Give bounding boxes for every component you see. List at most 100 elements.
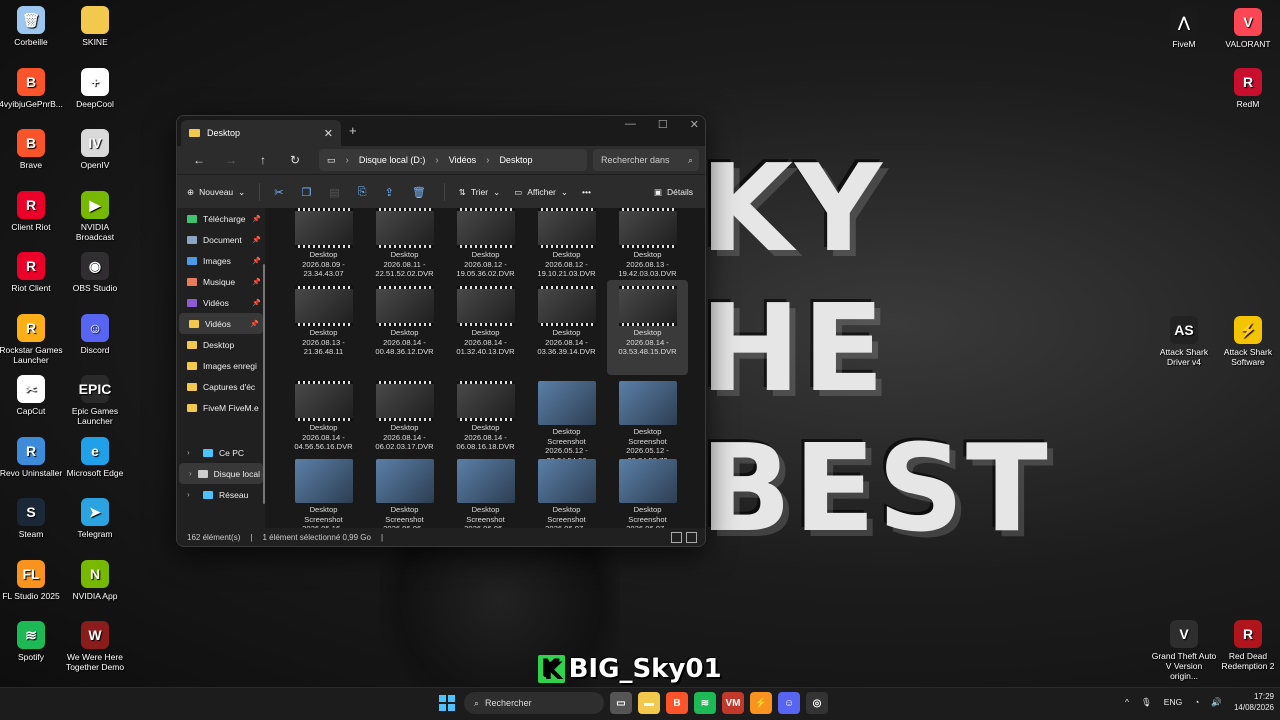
desktop-icon[interactable]: IV OpenIV bbox=[62, 129, 128, 170]
desktop-icon[interactable]: ⋀ FiveM bbox=[1151, 8, 1217, 49]
file-item[interactable]: Desktop 2026.08.14 -03.36.39.14.DVR bbox=[526, 280, 607, 375]
up-button[interactable]: ↑ bbox=[247, 153, 279, 167]
desktop-icon[interactable]: R Riot Client bbox=[0, 252, 64, 293]
new-tab-button[interactable]: + bbox=[349, 123, 357, 138]
desktop-icon[interactable]: R Red Dead Redemption 2 bbox=[1215, 620, 1280, 671]
file-item[interactable]: Desktop 2026.08.11 -22.51.52.02.DVR bbox=[364, 208, 445, 280]
voicemeeter-icon[interactable]: VM bbox=[722, 692, 744, 714]
desktop-icon[interactable]: B Brave bbox=[0, 129, 64, 170]
file-item[interactable]: DesktopScreenshot2026.06.06 -18.59.49.69 bbox=[445, 453, 526, 528]
tray-overflow-icon[interactable]: ^ bbox=[1125, 697, 1129, 707]
file-item[interactable]: Desktop 2026.08.13 -21.36.48.11 bbox=[283, 280, 364, 375]
sidebar-item[interactable]: Images 📌 bbox=[177, 250, 265, 271]
details-button[interactable]: ▣ Détails bbox=[654, 187, 693, 198]
sidebar-item[interactable]: Images enregi bbox=[177, 355, 265, 376]
thumbnail-view-icon[interactable] bbox=[686, 531, 697, 543]
file-item[interactable]: DesktopScreenshot2026.05.12 -22.24.54.96 bbox=[526, 375, 607, 465]
sidebar-item[interactable]: Télécharge 📌 bbox=[177, 208, 265, 229]
maximize-button[interactable]: ☐ bbox=[658, 118, 668, 131]
close-tab-icon[interactable]: ✕ bbox=[324, 127, 333, 140]
new-button[interactable]: ⊕ Nouveau ⌄ bbox=[187, 187, 245, 198]
desktop-icon[interactable]: R Client Riot bbox=[0, 190, 64, 232]
desktop-icon[interactable]: ▶ NVIDIA Broadcast bbox=[62, 190, 128, 242]
spotify-icon[interactable]: ≋ bbox=[694, 692, 716, 714]
sidebar-item[interactable]: Vidéos 📌 bbox=[179, 313, 263, 334]
refresh-button[interactable]: ↻ bbox=[279, 153, 311, 167]
tab-desktop[interactable]: Desktop ✕ bbox=[181, 120, 341, 146]
file-item[interactable]: Desktop 2026.08.12 -19.10.21.03.DVR bbox=[526, 208, 607, 280]
desktop-icon[interactable]: R Rockstar Games Launcher bbox=[0, 313, 64, 365]
address-bar[interactable]: ▭ › Disque local (D:) › Vidéos › Desktop bbox=[319, 149, 587, 171]
volume-icon[interactable]: 🔊 bbox=[1211, 697, 1222, 708]
sidebar-tree-item[interactable]: › Disque local (I bbox=[179, 463, 263, 484]
fl-studio-icon[interactable]: ⚡ bbox=[750, 692, 772, 714]
desktop-icon[interactable]: W We Were Here Together Demo bbox=[62, 621, 128, 672]
cut-icon[interactable]: ✂ bbox=[274, 186, 283, 199]
file-item[interactable]: DesktopScreenshot2026.05.12 -22.24.58.73 bbox=[607, 375, 688, 465]
file-item[interactable]: Desktop 2026.08.14 -01.32.40.13.DVR bbox=[445, 280, 526, 375]
desktop-icon[interactable]: N NVIDIA App bbox=[62, 559, 128, 601]
file-item[interactable]: Desktop 2026.08.13 -19.42.03.03.DVR bbox=[607, 208, 688, 280]
sidebar-tree-item[interactable]: › Réseau bbox=[177, 484, 265, 505]
desktop-icon[interactable]: R RedM bbox=[1215, 68, 1280, 109]
file-item[interactable]: Desktop 2026.08.09 -23.34.43.07 bbox=[283, 208, 364, 280]
desktop-icon[interactable]: EPIC Epic Games Launcher bbox=[62, 375, 128, 426]
more-options-button[interactable]: ••• bbox=[582, 187, 591, 197]
desktop-icon[interactable]: R Revo Uninstaller bbox=[0, 436, 64, 478]
sidebar-item[interactable]: Captures d'éc bbox=[177, 376, 265, 397]
chevron-right-icon[interactable]: › bbox=[189, 469, 192, 478]
minimize-button[interactable]: — bbox=[625, 118, 636, 131]
desktop-icon[interactable]: ✂ CapCut bbox=[0, 375, 64, 416]
taskbar-search[interactable]: ⌕ Rechercher bbox=[464, 692, 604, 714]
desktop-icon[interactable]: ◉ OBS Studio bbox=[62, 252, 128, 293]
share-icon[interactable]: ⇪ bbox=[385, 186, 394, 199]
close-window-button[interactable]: ✕ bbox=[690, 118, 699, 131]
desktop-icon[interactable]: 🗑 Corbeille bbox=[0, 6, 64, 47]
desktop-icon[interactable]: ☺ Discord bbox=[62, 313, 128, 355]
clock[interactable]: 17:29 14/08/2026 bbox=[1234, 691, 1274, 713]
view-button[interactable]: ▭ Afficher ⌄ bbox=[514, 187, 568, 198]
file-explorer-icon[interactable]: ▬ bbox=[638, 692, 660, 714]
chevron-right-icon[interactable]: › bbox=[187, 490, 197, 499]
desktop-icon[interactable]: S Steam bbox=[0, 498, 64, 539]
chevron-right-icon[interactable]: › bbox=[187, 448, 197, 457]
rockstar-icon[interactable]: ◎ bbox=[806, 692, 828, 714]
file-item[interactable]: DesktopScreenshot2026.06.07 -21.28.07.50 bbox=[607, 453, 688, 528]
desktop-icon[interactable]: AS Attack Shark Driver v4 bbox=[1151, 316, 1217, 367]
file-item[interactable]: Desktop 2026.08.14 -04.56.56.16.DVR bbox=[283, 375, 364, 453]
breadcrumb-item[interactable]: Vidéos bbox=[449, 155, 476, 165]
brave-icon[interactable]: B bbox=[666, 692, 688, 714]
desktop-icon[interactable]: SKINE bbox=[62, 6, 128, 47]
file-item[interactable]: Desktop 2026.08.14 -06.08.16.18.DVR bbox=[445, 375, 526, 453]
desktop-icon[interactable]: ➤ Telegram bbox=[62, 498, 128, 539]
file-item[interactable]: DesktopScreenshot2026.06.06 -18.59.44.52 bbox=[364, 453, 445, 528]
details-view-icon[interactable] bbox=[671, 531, 682, 543]
windows-start-icon[interactable] bbox=[436, 692, 458, 714]
breadcrumb-item[interactable]: Disque local (D:) bbox=[359, 155, 426, 165]
discord-icon[interactable]: ☺ bbox=[778, 692, 800, 714]
file-item[interactable]: Desktop 2026.08.12 -19.05.36.02.DVR bbox=[445, 208, 526, 280]
forward-button[interactable]: → bbox=[215, 153, 247, 167]
file-item[interactable]: Desktop 2026.08.14 -06.02.03.17.DVR bbox=[364, 375, 445, 453]
language-indicator[interactable]: ENG bbox=[1164, 697, 1182, 707]
sidebar-item[interactable]: Vidéos 📌 bbox=[177, 292, 265, 313]
desktop-icon[interactable]: e Microsoft Edge bbox=[62, 436, 128, 478]
task-view-icon[interactable]: ▭ bbox=[610, 692, 632, 714]
sidebar-item[interactable]: Musique 📌 bbox=[177, 271, 265, 292]
file-item[interactable]: Desktop 2026.08.14 -03.53.48.15.DVR bbox=[607, 280, 688, 375]
paste-icon[interactable]: ▤ bbox=[329, 186, 339, 199]
desktop-icon[interactable]: V VALORANT bbox=[1215, 8, 1280, 49]
breadcrumb-item[interactable]: Desktop bbox=[499, 155, 532, 165]
desktop-icon[interactable]: + DeepCool bbox=[62, 67, 128, 109]
sidebar-item[interactable]: Document 📌 bbox=[177, 229, 265, 250]
sort-button[interactable]: ⇅ Trier ⌄ bbox=[459, 187, 500, 198]
delete-icon[interactable]: 🗑 bbox=[412, 186, 426, 199]
desktop-icon[interactable]: ⚡ Attack Shark Software bbox=[1215, 316, 1280, 367]
desktop-icon[interactable]: B 4vyibjuGePnrB... bbox=[0, 67, 64, 109]
sidebar-item[interactable]: Desktop bbox=[177, 334, 265, 355]
rename-icon[interactable]: ⎘ bbox=[358, 186, 367, 199]
network-icon[interactable]: ◔ bbox=[1194, 697, 1199, 707]
copy-icon[interactable]: ❐ bbox=[302, 186, 312, 199]
file-item[interactable]: Desktop 2026.08.14 -00.48.36.12.DVR bbox=[364, 280, 445, 375]
microphone-icon[interactable]: 🎙 bbox=[1141, 697, 1152, 708]
